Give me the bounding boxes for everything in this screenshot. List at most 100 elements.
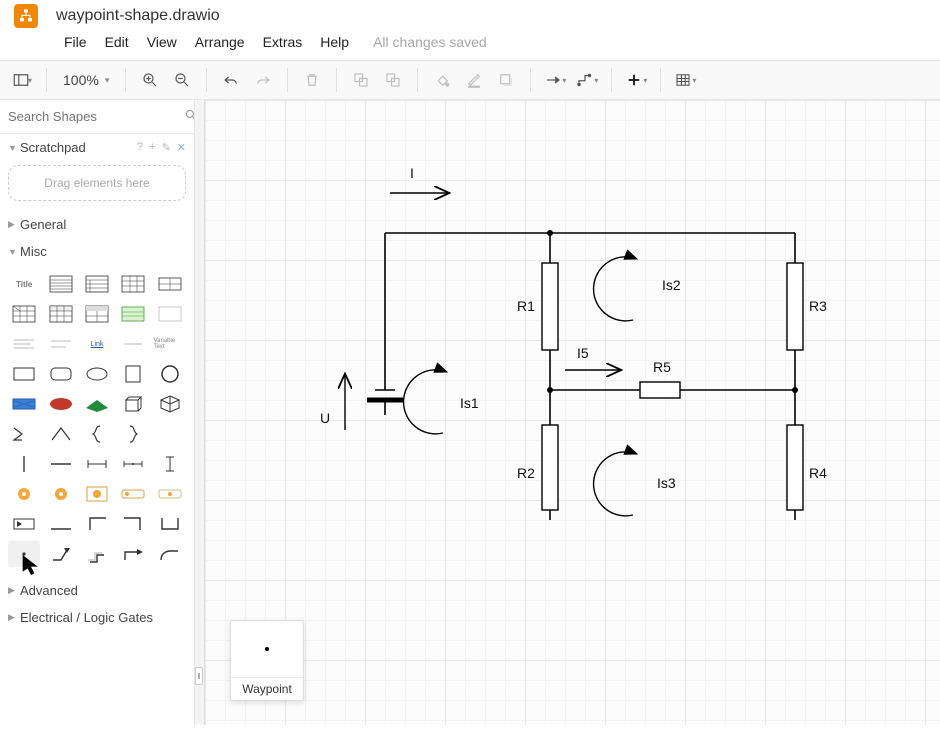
redo-button[interactable]: [249, 66, 277, 94]
table-button[interactable]: ▾: [671, 66, 699, 94]
shape-cross-table-2[interactable]: [44, 301, 76, 327]
shape-blue-fill[interactable]: [8, 391, 40, 417]
shape-empty-box[interactable]: [154, 301, 186, 327]
shape-gear-boxed[interactable]: [81, 481, 113, 507]
menu-file[interactable]: File: [64, 34, 87, 50]
shape-hline[interactable]: [44, 451, 76, 477]
shape-label-1[interactable]: [117, 481, 149, 507]
section-misc[interactable]: ▼ Misc: [0, 238, 194, 265]
to-front-button[interactable]: [347, 66, 375, 94]
shape-text-3[interactable]: [117, 331, 149, 357]
shape-gear-1[interactable]: [8, 481, 40, 507]
shape-play-rect[interactable]: [8, 511, 40, 537]
chevron-right-icon: ▶: [8, 585, 18, 596]
shape-red-ellipse[interactable]: [44, 391, 76, 417]
chevron-down-icon: ▼: [8, 143, 18, 153]
shape-ibeam[interactable]: [154, 451, 186, 477]
shape-brace-left[interactable]: [81, 421, 113, 447]
label-I5: I5: [577, 345, 589, 361]
line-color-button[interactable]: [460, 66, 488, 94]
shape-curve-1[interactable]: [154, 541, 186, 567]
section-general[interactable]: ▶ General: [0, 211, 194, 238]
shadow-button[interactable]: [492, 66, 520, 94]
menu-extras[interactable]: Extras: [263, 34, 303, 50]
scratchpad-header[interactable]: ▼ Scratchpad ? + ✎ ✕: [0, 134, 194, 161]
shape-isocube[interactable]: [154, 391, 186, 417]
scratchpad-edit-icon[interactable]: ✎: [162, 141, 171, 154]
shape-text-1[interactable]: [8, 331, 40, 357]
shape-zigzag-2[interactable]: [44, 421, 76, 447]
insert-button[interactable]: ▾: [622, 66, 650, 94]
shape-ellipse[interactable]: [81, 361, 113, 387]
shape-circle[interactable]: [154, 361, 186, 387]
section-electrical[interactable]: ▶ Electrical / Logic Gates: [0, 604, 194, 631]
shape-brace-right[interactable]: [117, 421, 149, 447]
shape-step-2[interactable]: [117, 541, 149, 567]
shape-text-2[interactable]: [44, 331, 76, 357]
shape-header-table[interactable]: [81, 301, 113, 327]
label-R3: R3: [809, 298, 827, 314]
scratchpad-dropzone[interactable]: Drag elements here: [8, 165, 186, 201]
waypoints-button[interactable]: ▾: [573, 66, 601, 94]
shape-square[interactable]: [117, 361, 149, 387]
shape-list[interactable]: [44, 271, 76, 297]
shape-gear-2[interactable]: [44, 481, 76, 507]
shape-table-2[interactable]: [154, 271, 186, 297]
shape-step-1[interactable]: [81, 541, 113, 567]
sidebar: ▼ Scratchpad ? + ✎ ✕ Drag elements here …: [0, 100, 195, 725]
scratchpad-add-icon[interactable]: +: [149, 141, 155, 154]
sidebar-toggle-button[interactable]: ▾: [8, 66, 36, 94]
zoom-in-button[interactable]: [136, 66, 164, 94]
shape-dim-2[interactable]: [117, 451, 149, 477]
shape-waypoint[interactable]: [8, 541, 40, 567]
toolbar: ▾ 100%▾ ▾ ▾ ▾ ▾: [0, 60, 940, 100]
shape-bracket-tl[interactable]: [81, 511, 113, 537]
shape-label-2[interactable]: [154, 481, 186, 507]
shape-tooltip: Waypoint: [230, 620, 304, 701]
shape-vline[interactable]: [8, 451, 40, 477]
search-icon[interactable]: [184, 108, 195, 125]
misc-shape-grid: Title Link Variable Text: [0, 265, 194, 577]
scratchpad-close-icon[interactable]: ✕: [177, 141, 186, 154]
diagram[interactable]: I U R1 R3 R5 R2 R4 I5: [195, 100, 940, 725]
shape-zigzag-1[interactable]: [8, 421, 40, 447]
shape-hook-1[interactable]: [44, 541, 76, 567]
shape-rounded-rect[interactable]: [44, 361, 76, 387]
shape-floor-line[interactable]: [44, 511, 76, 537]
undo-button[interactable]: [217, 66, 245, 94]
shape-bracket-u[interactable]: [154, 511, 186, 537]
shape-cube[interactable]: [117, 391, 149, 417]
label-Is1: Is1: [460, 395, 479, 411]
shape-title-text[interactable]: Title: [8, 271, 40, 297]
delete-button[interactable]: [298, 66, 326, 94]
search-input[interactable]: [8, 109, 184, 124]
menu-arrange[interactable]: Arrange: [195, 34, 245, 50]
zoom-control[interactable]: 100%▾: [57, 72, 115, 88]
section-advanced[interactable]: ▶ Advanced: [0, 577, 194, 604]
menu-help[interactable]: Help: [320, 34, 349, 50]
canvas[interactable]: I U R1 R3 R5 R2 R4 I5: [195, 100, 940, 725]
shape-dim-1[interactable]: [81, 451, 113, 477]
zoom-out-button[interactable]: [168, 66, 196, 94]
file-title[interactable]: waypoint-shape.drawio: [56, 7, 220, 25]
shape-table-1[interactable]: [117, 271, 149, 297]
shape-variable-text[interactable]: Variable Text: [154, 331, 186, 357]
splitter-handle[interactable]: ‖: [195, 667, 203, 685]
menu-edit[interactable]: Edit: [105, 34, 129, 50]
shape-numbered-list[interactable]: [81, 271, 113, 297]
shape-bracket-tr[interactable]: [117, 511, 149, 537]
to-back-button[interactable]: [379, 66, 407, 94]
waypoint-icon: [265, 647, 269, 651]
shape-empty[interactable]: [154, 421, 186, 447]
shape-rectangle[interactable]: [8, 361, 40, 387]
menu-view[interactable]: View: [147, 34, 177, 50]
app-logo[interactable]: [14, 4, 38, 28]
shape-cross-table-1[interactable]: [8, 301, 40, 327]
fill-color-button[interactable]: [428, 66, 456, 94]
shape-green-table[interactable]: [117, 301, 149, 327]
scratchpad-help-icon[interactable]: ?: [137, 141, 143, 154]
label-R2: R2: [517, 465, 535, 481]
connection-button[interactable]: ▾: [541, 66, 569, 94]
shape-link[interactable]: Link: [81, 331, 113, 357]
shape-green-floor[interactable]: [81, 391, 113, 417]
